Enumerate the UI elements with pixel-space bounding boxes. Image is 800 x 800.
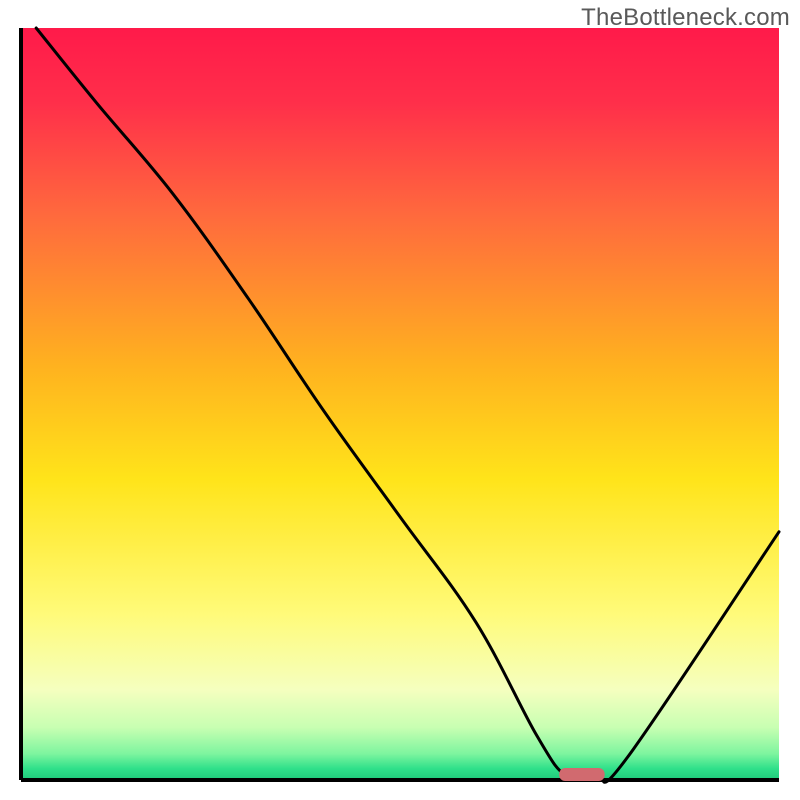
plot-background	[21, 28, 779, 780]
optimal-marker	[559, 768, 604, 781]
watermark-text: TheBottleneck.com	[581, 4, 790, 32]
bottleneck-chart	[0, 0, 800, 800]
chart-container: TheBottleneck.com	[0, 0, 800, 800]
